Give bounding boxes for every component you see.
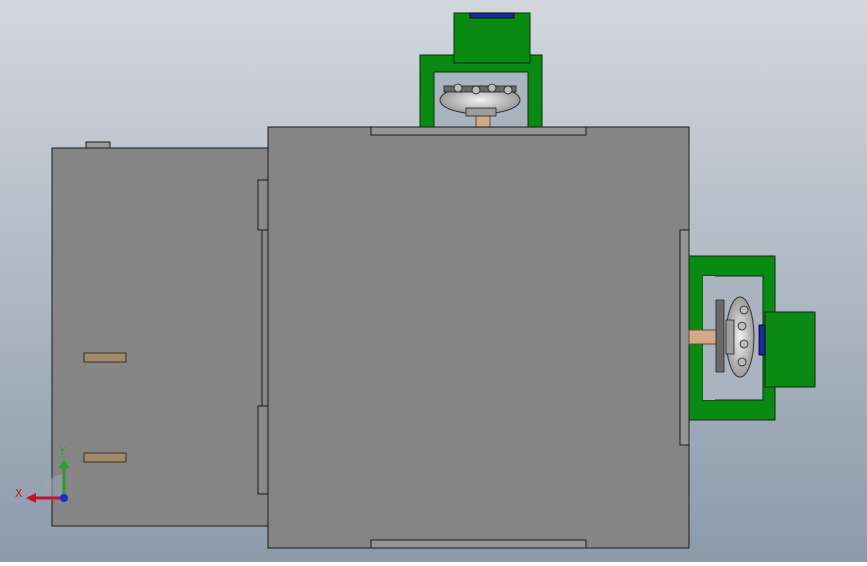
bolt-icon: [487, 83, 497, 93]
left-housing-slot-upper: [83, 352, 127, 363]
x-axis-label: X: [15, 487, 23, 500]
main-housing-bottom-lip: [370, 539, 587, 549]
main-housing-body: [267, 126, 690, 549]
cad-viewport[interactable]: Y X: [0, 0, 867, 562]
bolt-icon: [471, 85, 481, 95]
flange-lip-lower: [257, 405, 269, 495]
main-housing-top-lip: [370, 126, 587, 136]
right-motor-body: [764, 311, 816, 388]
main-housing-right-lip: [679, 229, 690, 446]
z-axis-dot: [60, 494, 68, 502]
bolt-icon: [503, 85, 513, 95]
left-housing-body: [51, 147, 271, 527]
flange-lip-upper: [257, 179, 269, 231]
main-housing[interactable]: [267, 126, 690, 549]
bolt-icon: [739, 339, 749, 349]
left-housing-tab: [85, 141, 111, 149]
right-motor-cap: [758, 324, 766, 356]
right-coupling-hub: [715, 299, 725, 373]
cad-drawing: Y X: [0, 0, 867, 562]
left-housing[interactable]: [51, 141, 271, 527]
y-axis-label: Y: [58, 445, 66, 458]
bolt-icon: [739, 305, 749, 315]
right-coupling-collar: [725, 319, 735, 355]
left-housing-slot-lower: [83, 452, 127, 463]
bolt-icon: [737, 357, 747, 367]
bolt-icon: [453, 83, 463, 93]
top-motor-cap: [469, 12, 515, 19]
top-coupling-collar: [465, 107, 497, 117]
bolt-icon: [737, 321, 747, 331]
top-motor-body: [453, 12, 531, 64]
